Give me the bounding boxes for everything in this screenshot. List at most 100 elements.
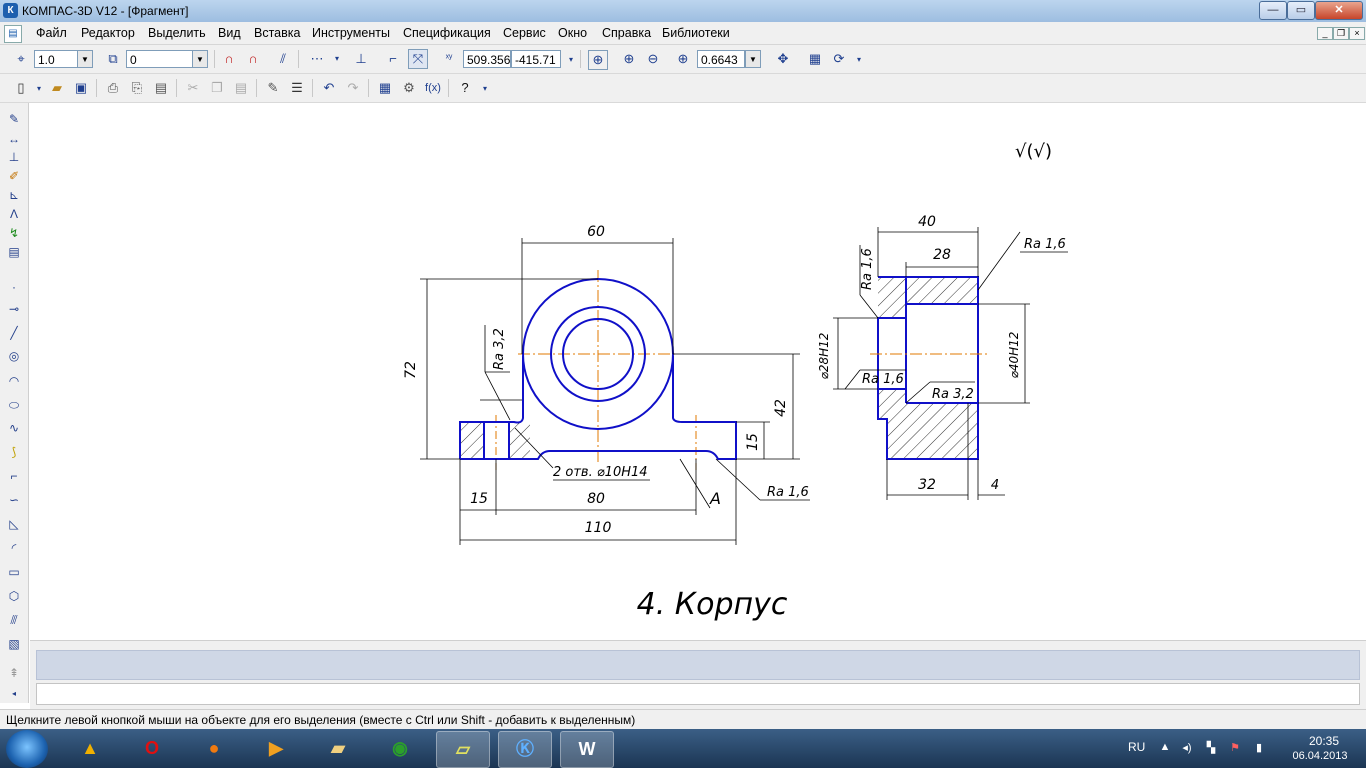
language-indicator[interactable]: RU [1128, 740, 1145, 754]
print-icon[interactable]: ⎙ [104, 79, 122, 97]
action-center-icon[interactable]: ⚑ [1228, 741, 1242, 755]
chrome-taskbar-icon[interactable]: ◉ [374, 731, 426, 766]
local-cs-icon[interactable]: ⊥ [352, 50, 370, 68]
snap-magnet-icon[interactable]: ∩ [220, 50, 238, 68]
new-dropdown-icon[interactable]: ▾ [30, 80, 48, 98]
paste-icon[interactable]: ▤ [232, 79, 250, 97]
layer-icon[interactable]: ⧉ [104, 50, 122, 68]
show-all-icon[interactable]: ▦ [806, 50, 824, 68]
polygon-icon[interactable]: ⬡ [5, 588, 23, 604]
refresh-icon[interactable]: ⟳ [830, 50, 848, 68]
maximize-button[interactable]: ▭ [1287, 1, 1315, 20]
arc-icon[interactable]: ◠ [5, 373, 23, 389]
start-button[interactable] [6, 730, 48, 768]
panel-scroll-icon[interactable]: ◂ [5, 686, 23, 702]
help-pointer-icon[interactable]: ? [456, 79, 474, 97]
clock-time[interactable]: 20:35 [1294, 734, 1354, 748]
edit-icon[interactable]: ✐ [5, 168, 23, 184]
manager-icon[interactable]: ▦ [376, 79, 394, 97]
select-icon[interactable]: ↯ [5, 225, 23, 241]
cut-icon[interactable]: ✂ [184, 79, 202, 97]
new-document-icon[interactable]: ▯ [12, 79, 30, 97]
orthogonal-mode-icon[interactable]: ⌐ [384, 50, 402, 68]
properties-input-line[interactable] [36, 683, 1360, 705]
redo-icon[interactable]: ↷ [344, 79, 362, 97]
mdi-minimize-icon[interactable]: _ [1317, 27, 1333, 40]
coord-y-field[interactable]: -415.71 [511, 50, 561, 68]
autocad-taskbar-icon[interactable]: ▲ [64, 731, 116, 766]
properties-icon[interactable]: ▤ [152, 79, 170, 97]
snap-local-icon[interactable]: ∩ [244, 50, 262, 68]
auxiliary-line-icon[interactable]: ⊸ [5, 301, 23, 317]
geometry-icon[interactable]: ✎ [5, 111, 23, 127]
mdi-close-icon[interactable]: × [1349, 27, 1365, 40]
tray-expand-icon[interactable]: ▲ [1158, 741, 1172, 755]
point-icon[interactable]: · [5, 279, 23, 295]
menu-select[interactable]: Выделить [148, 26, 206, 40]
measure-icon[interactable]: Λ [5, 206, 23, 222]
library-icon[interactable]: ⚙ [400, 79, 418, 97]
layer-field[interactable]: 0 [126, 50, 194, 68]
polyline-icon[interactable]: ⌐ [5, 468, 23, 484]
menu-file[interactable]: Файл [36, 26, 67, 40]
spline-icon[interactable]: ∿ [5, 420, 23, 436]
close-button[interactable]: ✕ [1315, 1, 1363, 20]
variables-icon[interactable]: f(x) [424, 79, 442, 97]
equidistant-icon[interactable]: ⇞ [5, 665, 23, 681]
zoom-dropdown-icon[interactable]: ▼ [745, 50, 761, 68]
bezier-icon[interactable]: ∽ [5, 492, 23, 508]
battery-icon[interactable]: ▮ [1252, 741, 1266, 755]
rectangle-icon[interactable]: ▭ [5, 564, 23, 580]
word-taskbar-icon[interactable]: W [560, 731, 614, 768]
coord-x-field[interactable]: 509.356 [463, 50, 511, 68]
chamfer-icon[interactable]: ◺ [5, 516, 23, 532]
dimensions-icon[interactable]: ↔ [5, 131, 23, 147]
firefox-taskbar-icon[interactable]: ● [188, 731, 240, 766]
media-player-taskbar-icon[interactable]: ▶ [250, 731, 302, 766]
menu-help[interactable]: Справка [602, 26, 651, 40]
menu-view[interactable]: Вид [218, 26, 241, 40]
spec-icon[interactable]: ▤ [5, 244, 23, 260]
drawing-canvas[interactable]: 60 72 42 15 15 80 110 Ra 3,2 2 отв. ⌀10H… [30, 103, 1366, 638]
clock-date[interactable]: 06.04.2013 [1284, 750, 1356, 762]
kompas-taskbar-icon[interactable]: Ⓚ [498, 731, 552, 768]
document-icon[interactable]: ▤ [4, 25, 22, 43]
format-painter-icon[interactable]: ✎ [264, 79, 282, 97]
zoom-window-icon[interactable]: ⊕ [588, 50, 608, 70]
stickynotes-taskbar-icon[interactable]: ▱ [436, 731, 490, 768]
coords-dropdown-icon[interactable]: ▾ [562, 51, 580, 69]
step-icon[interactable]: ⌖ [12, 50, 30, 68]
layer-dropdown-icon[interactable]: ▼ [192, 50, 208, 68]
save-icon[interactable]: ▣ [72, 79, 90, 97]
network-icon[interactable]: ▚ [1204, 741, 1218, 755]
zoom-field[interactable]: 0.6643 [697, 50, 745, 68]
copy-icon[interactable]: ❐ [208, 79, 226, 97]
designations-icon[interactable]: ⊥ [5, 149, 23, 165]
menu-tools[interactable]: Инструменты [312, 26, 390, 40]
step-dropdown-icon[interactable]: ▼ [77, 50, 93, 68]
menu-insert[interactable]: Вставка [254, 26, 300, 40]
curve-icon[interactable]: ⟆ [5, 444, 23, 460]
hatch-icon[interactable]: ⫻ [5, 612, 23, 628]
volume-icon[interactable]: ◂) [1180, 741, 1194, 755]
grid-dropdown-icon[interactable]: ▾ [328, 50, 346, 68]
ortho-icon[interactable]: ⫽ [274, 50, 292, 68]
zoom-scale-icon[interactable]: ⊕ [674, 50, 692, 68]
parametrization-icon[interactable]: ⊾ [5, 187, 23, 203]
zoom-out-icon[interactable]: ⊖ [644, 50, 662, 68]
minimize-button[interactable]: — [1259, 1, 1287, 20]
menu-window[interactable]: Окно [558, 26, 587, 40]
contour-icon[interactable]: ▧ [5, 636, 23, 652]
mdi-restore-icon[interactable]: ❐ [1333, 27, 1349, 40]
list-icon[interactable]: ☰ [288, 79, 306, 97]
zoom-in-icon[interactable]: ⊕ [620, 50, 638, 68]
menu-specification[interactable]: Спецификация [403, 26, 491, 40]
menu-service[interactable]: Сервис [503, 26, 546, 40]
help-dropdown-icon[interactable]: ▾ [476, 80, 494, 98]
segment-icon[interactable]: ╱ [5, 325, 23, 341]
explorer-taskbar-icon[interactable]: ▰ [312, 731, 364, 766]
pan-icon[interactable]: ✥ [774, 50, 792, 68]
print-preview-icon[interactable]: ⎘ [128, 79, 146, 97]
opera-taskbar-icon[interactable]: O [126, 731, 178, 766]
circle-icon[interactable]: ◎ [5, 348, 23, 364]
